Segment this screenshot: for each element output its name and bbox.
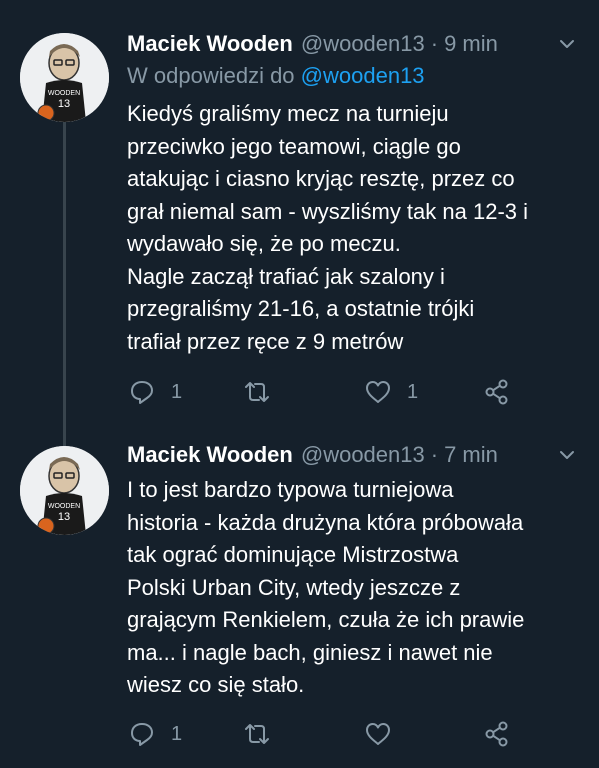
avatar-illustration: WOODEN 13 xyxy=(20,33,109,122)
svg-text:WOODEN: WOODEN xyxy=(48,503,80,510)
reply-count: 1 xyxy=(171,722,183,745)
like-button[interactable]: 1 xyxy=(363,372,418,412)
tweet-text: I to jest bardzo typowa turniejowa histo… xyxy=(127,477,525,697)
tweet-text: Kiedyś graliśmy mecz na turnieju przeciw… xyxy=(127,101,529,354)
tweet-actions: 1 xyxy=(127,714,547,754)
reply-context: W odpowiedzi do @wooden13 xyxy=(127,63,425,89)
tweet-header: Maciek Wooden @wooden13 · 7 min xyxy=(127,440,579,470)
tweet[interactable]: WOODEN 13 Maciek Wooden @wooden13 · 9 mi… xyxy=(0,0,599,448)
avatar-illustration: WOODEN 13 xyxy=(20,446,109,535)
retweet-icon xyxy=(245,382,269,402)
timestamp[interactable]: 9 min xyxy=(444,31,498,57)
tweet-actions: 1 1 xyxy=(127,372,547,412)
svg-text:13: 13 xyxy=(58,98,70,110)
reply-count: 1 xyxy=(171,380,183,403)
share-button[interactable] xyxy=(482,372,512,412)
reply-button[interactable]: 1 xyxy=(127,372,182,412)
thread-line xyxy=(63,118,66,448)
user-handle[interactable]: @wooden13 xyxy=(301,31,425,57)
retweet-button[interactable] xyxy=(242,714,286,754)
svg-text:13: 13 xyxy=(58,511,70,523)
display-name[interactable]: Maciek Wooden xyxy=(127,31,293,57)
reply-prefix: W odpowiedzi do xyxy=(127,63,295,88)
reply-icon xyxy=(131,381,153,404)
share-button[interactable] xyxy=(482,714,512,754)
reply-button[interactable]: 1 xyxy=(127,714,182,754)
like-button[interactable] xyxy=(363,714,407,754)
chevron-down-icon[interactable] xyxy=(559,36,575,52)
reply-icon xyxy=(131,723,153,746)
like-count: 1 xyxy=(407,380,419,403)
heart-icon xyxy=(366,723,390,745)
separator: · xyxy=(430,442,439,467)
tweet[interactable]: WOODEN 13 Maciek Wooden @wooden13 · 7 mi… xyxy=(0,430,599,768)
user-handle[interactable]: @wooden13 xyxy=(301,442,425,468)
retweet-button[interactable] xyxy=(242,372,286,412)
chevron-down-icon[interactable] xyxy=(559,447,575,463)
reply-mention[interactable]: @wooden13 xyxy=(301,63,425,88)
retweet-icon xyxy=(245,724,269,744)
share-icon xyxy=(485,379,508,405)
svg-text:WOODEN: WOODEN xyxy=(48,90,80,97)
tweet-header: Maciek Wooden @wooden13 · 9 min xyxy=(127,29,579,59)
heart-icon xyxy=(366,381,390,403)
avatar[interactable]: WOODEN 13 xyxy=(20,33,109,122)
share-icon xyxy=(485,721,508,747)
separator: · xyxy=(430,31,439,56)
display-name[interactable]: Maciek Wooden xyxy=(127,442,293,468)
timestamp[interactable]: 7 min xyxy=(444,442,498,468)
avatar[interactable]: WOODEN 13 xyxy=(20,446,109,535)
